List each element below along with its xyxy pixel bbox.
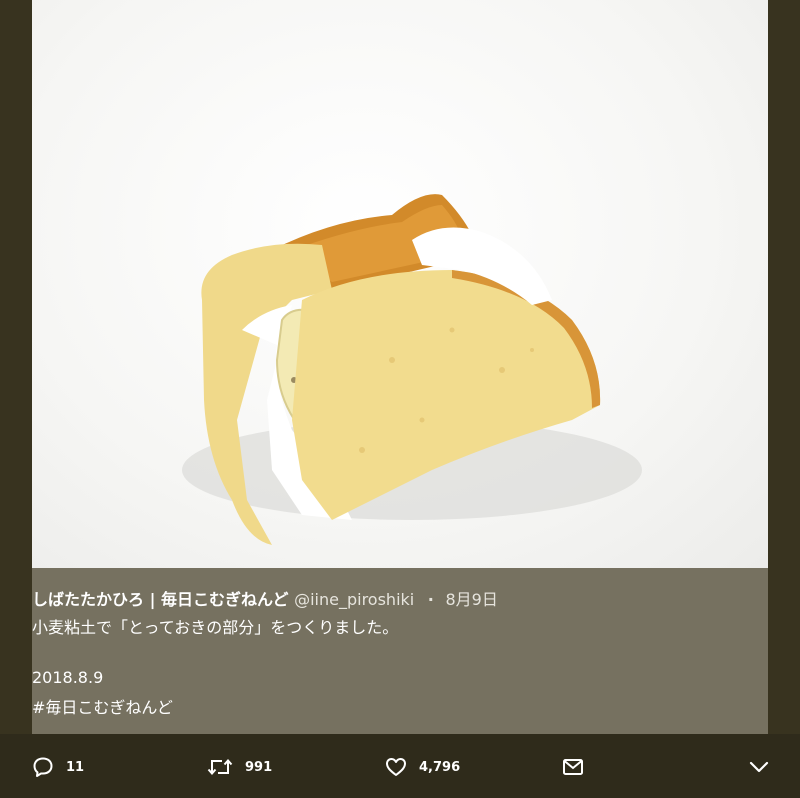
like-count: 4,796	[419, 759, 461, 775]
tweet-action-bar: 11 991 4,796	[0, 734, 800, 798]
retweet-count: 991	[245, 759, 273, 775]
heart-icon	[385, 756, 407, 778]
direct-message-button[interactable]	[562, 756, 584, 778]
retweet-icon	[207, 756, 233, 778]
more-options-button[interactable]	[748, 756, 770, 778]
reply-button[interactable]: 11	[32, 756, 84, 778]
tweet-hashtag[interactable]: #毎日こむぎねんど	[32, 694, 173, 718]
tweet-caption: しばたたかひろ | 毎日こむぎねんど @iine_piroshiki · 8月9…	[32, 568, 768, 734]
author-name[interactable]: しばたたかひろ | 毎日こむぎねんど	[32, 590, 289, 609]
speech-bubble-icon	[32, 756, 54, 778]
tweet-text-line: 小麦粘土で「とっておきの部分」をつくりました。	[32, 618, 399, 637]
retweet-button[interactable]: 991	[207, 756, 272, 778]
author-handle[interactable]: @iine_piroshiki	[294, 590, 414, 609]
like-button[interactable]: 4,796	[385, 756, 460, 778]
tweet-photo[interactable]	[32, 0, 768, 568]
author-line: しばたたかひろ | 毎日こむぎねんど @iine_piroshiki · 8月9…	[32, 586, 498, 610]
chevron-down-icon	[748, 756, 770, 778]
envelope-icon	[562, 756, 584, 778]
separator-dot: ·	[427, 590, 434, 609]
reply-count: 11	[66, 759, 85, 775]
tweet-date[interactable]: 8月9日	[445, 590, 497, 609]
tweet-date-text: 2018.8.9	[32, 668, 104, 687]
clay-cake-illustration	[182, 194, 642, 545]
